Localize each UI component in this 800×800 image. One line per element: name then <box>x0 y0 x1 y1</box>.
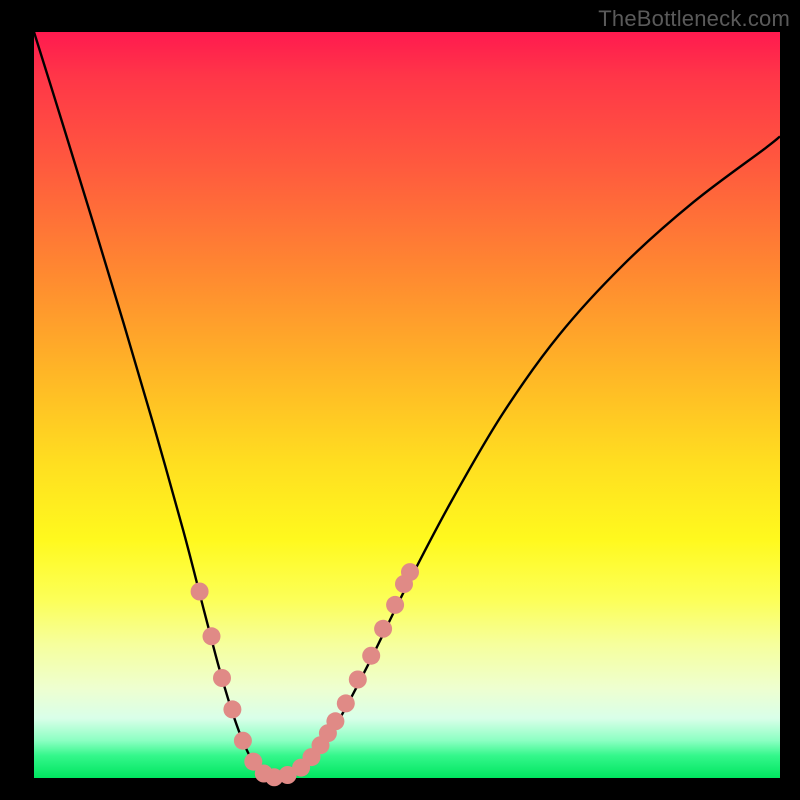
curve-marker <box>203 627 221 645</box>
curve-marker <box>362 647 380 665</box>
curve-marker <box>326 712 344 730</box>
plot-area <box>34 32 780 778</box>
curve-markers <box>191 563 419 786</box>
curve-marker <box>374 620 392 638</box>
curve-marker <box>401 563 419 581</box>
chart-svg <box>34 32 780 778</box>
bottleneck-curve <box>34 32 780 777</box>
curve-marker <box>337 694 355 712</box>
chart-frame: TheBottleneck.com <box>0 0 800 800</box>
curve-marker <box>191 583 209 601</box>
curve-marker <box>223 700 241 718</box>
curve-marker <box>349 671 367 689</box>
curve-marker <box>213 669 231 687</box>
watermark-text: TheBottleneck.com <box>598 6 790 32</box>
curve-marker <box>386 596 404 614</box>
curve-marker <box>234 732 252 750</box>
